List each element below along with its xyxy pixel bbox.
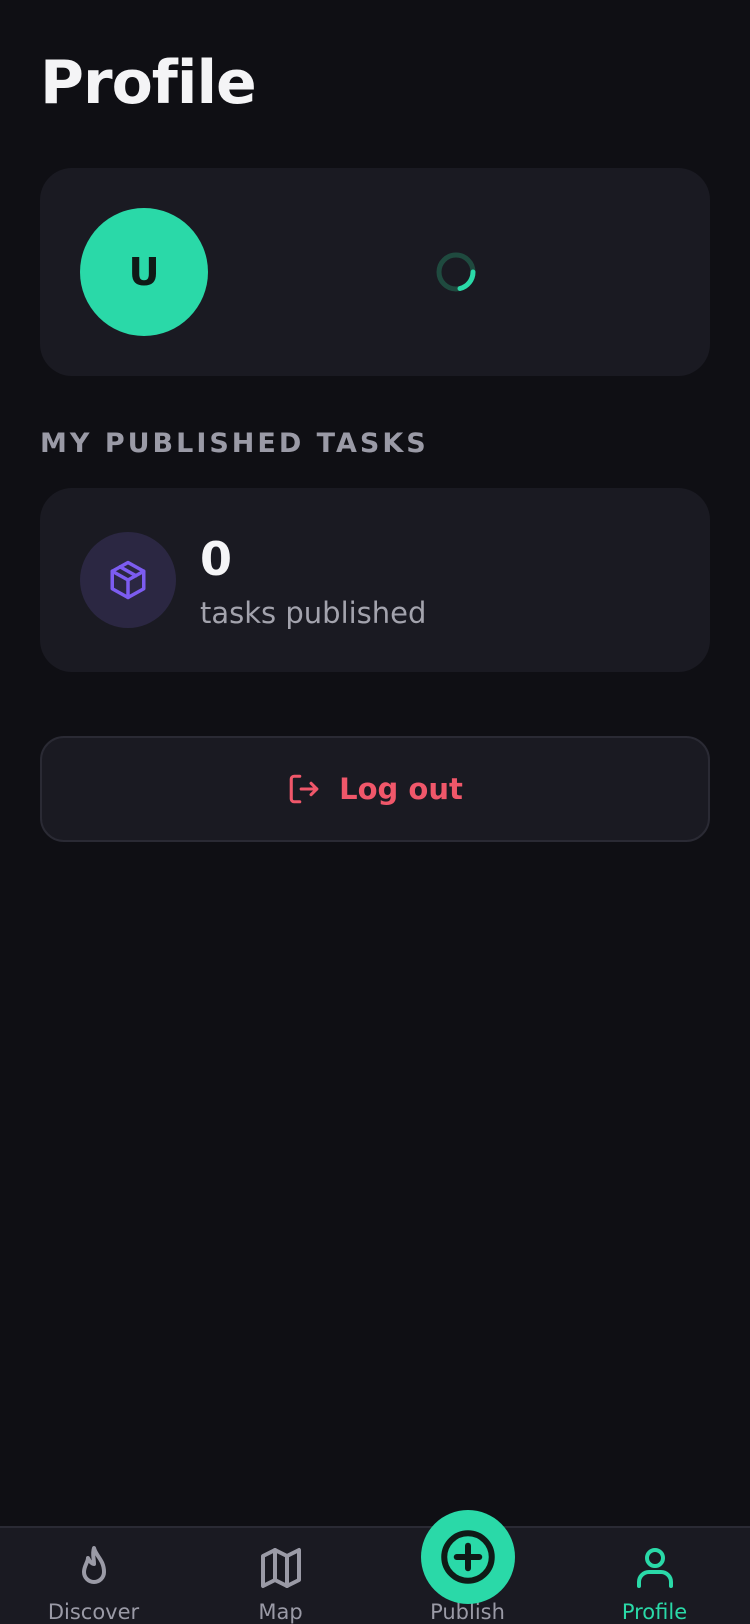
nav-item-discover[interactable]: Discover: [0, 1528, 187, 1624]
avatar-initial: U: [128, 250, 160, 294]
publish-button[interactable]: [421, 1510, 515, 1604]
tasks-count: 0: [200, 532, 233, 586]
published-tasks-card[interactable]: 0 tasks published: [40, 488, 710, 672]
flame-icon: [81, 1546, 106, 1584]
user-icon: [636, 1548, 673, 1588]
profile-screen: Profile U MY PUBLISHED TASKS 0 tasks pub…: [0, 0, 750, 1624]
logout-icon: [289, 774, 319, 804]
logout-button[interactable]: Log out: [40, 736, 710, 842]
plus-circle-icon: [441, 1530, 495, 1584]
package-icon: [110, 560, 146, 600]
nav-item-map[interactable]: Map: [187, 1528, 374, 1624]
page-title: Profile: [40, 48, 257, 118]
avatar[interactable]: U: [80, 208, 208, 336]
spinner-icon: [436, 252, 476, 292]
bottom-nav: Discover Map Publish Profile: [0, 1526, 750, 1624]
profile-card: U: [40, 168, 710, 376]
nav-label-map: Map: [258, 1600, 303, 1624]
nav-label-profile: Profile: [621, 1600, 688, 1624]
package-icon-badge: [80, 532, 176, 628]
nav-label-discover: Discover: [47, 1600, 140, 1624]
map-icon: [260, 1548, 301, 1588]
nav-item-profile[interactable]: Profile: [561, 1528, 748, 1624]
logout-label: Log out: [339, 772, 463, 806]
tasks-count-label: tasks published: [200, 596, 427, 630]
section-heading-published-tasks: MY PUBLISHED TASKS: [40, 428, 429, 459]
